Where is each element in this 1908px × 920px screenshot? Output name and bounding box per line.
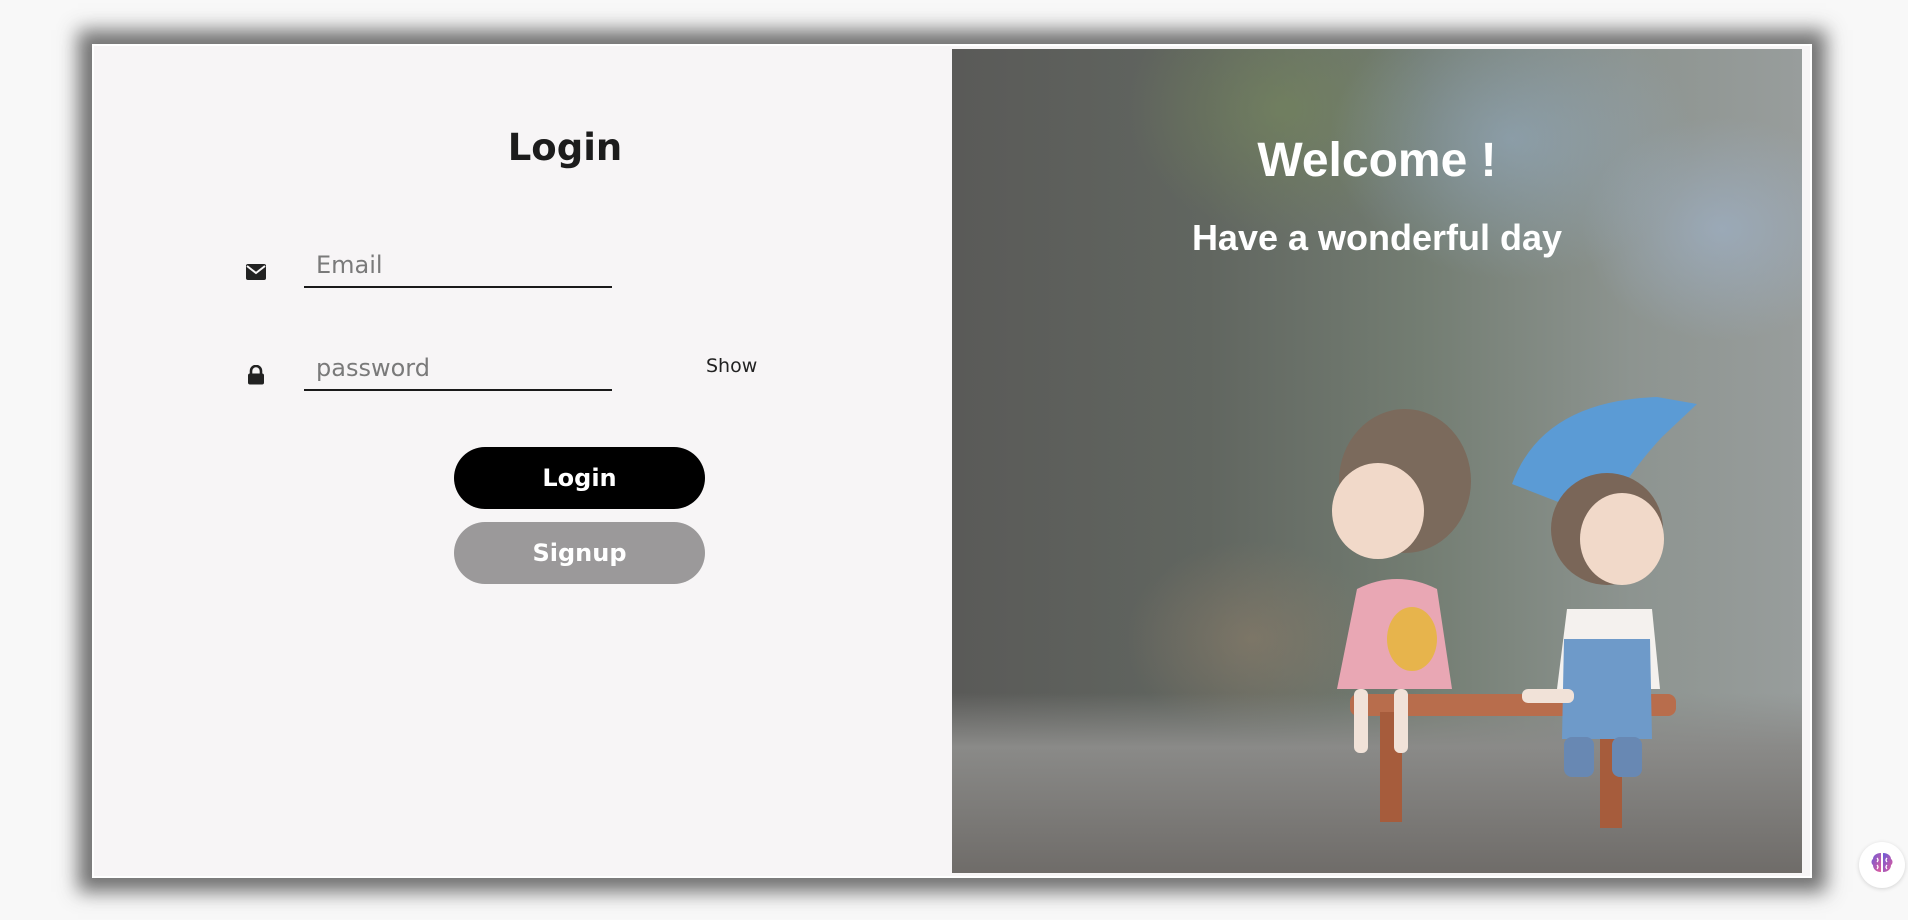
login-title: Login bbox=[507, 126, 623, 169]
brain-icon bbox=[1869, 850, 1895, 881]
welcome-subheading: Have a wonderful day bbox=[1191, 217, 1563, 258]
password-field[interactable] bbox=[304, 347, 612, 391]
page: Login Show bbox=[0, 0, 1908, 920]
login-form-panel: Login Show bbox=[94, 46, 952, 876]
signup-button[interactable]: Signup bbox=[454, 522, 705, 584]
lock-icon bbox=[246, 365, 266, 385]
assistant-button[interactable] bbox=[1859, 842, 1905, 888]
login-button[interactable]: Login bbox=[454, 447, 705, 509]
email-field[interactable] bbox=[304, 244, 612, 288]
envelope-icon bbox=[246, 262, 266, 282]
welcome-image-panel: Welcome ! Have a wonderful day bbox=[952, 49, 1802, 873]
auth-card: Login Show bbox=[92, 44, 1812, 878]
email-row bbox=[246, 238, 766, 308]
password-row: Show bbox=[246, 341, 766, 411]
welcome-heading: Welcome ! bbox=[1257, 134, 1497, 187]
show-password-toggle[interactable]: Show bbox=[706, 355, 757, 377]
